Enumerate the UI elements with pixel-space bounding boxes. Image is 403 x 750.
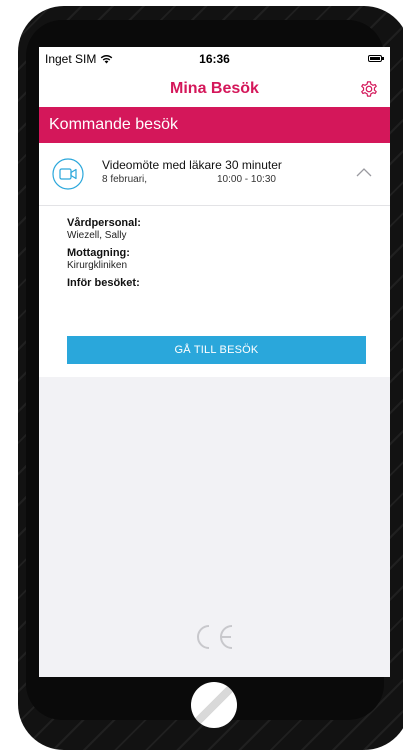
chevron-up-icon[interactable] (356, 167, 372, 177)
home-button[interactable] (191, 682, 237, 728)
visit-details: Vårdperson​al: Wiezell, Sally Mottagning… (67, 217, 367, 290)
staff-value: Wiezell, Sally (67, 230, 127, 241)
ce-mark-icon (197, 625, 233, 649)
section-header-upcoming: Kommande besök (39, 107, 390, 143)
visit-title: Videomöte med läkare 30 minuter (102, 158, 282, 172)
app-screen: Inget SIM 16:36 Mina Besök Kommande besö… (39, 47, 390, 677)
gear-icon[interactable] (358, 78, 380, 100)
navigation-bar: Mina Besök (39, 73, 390, 107)
visit-row[interactable]: Videomöte med läkare 30 minuter 8 februa… (39, 143, 390, 206)
status-time: 16:36 (199, 52, 230, 66)
visit-time: 10:00 - 10:30 (217, 174, 276, 185)
go-to-visit-button[interactable]: GÅ TILL BESÖK (67, 336, 366, 364)
visit-date: 8 februari, (102, 174, 148, 185)
status-bar: Inget SIM 16:36 (39, 47, 390, 73)
prep-label: Inför besöket: (67, 277, 140, 289)
page-title: Mina Besök (170, 80, 259, 97)
battery-icon (368, 55, 384, 62)
staff-label: Vårdperson​al: (67, 217, 141, 229)
visit-card: Videomöte med läkare 30 minuter 8 februa… (39, 143, 390, 377)
video-camera-icon (52, 158, 84, 190)
clinic-label: Mottagning: (67, 247, 130, 259)
clinic-value: Kirurgkliniken (67, 260, 128, 271)
